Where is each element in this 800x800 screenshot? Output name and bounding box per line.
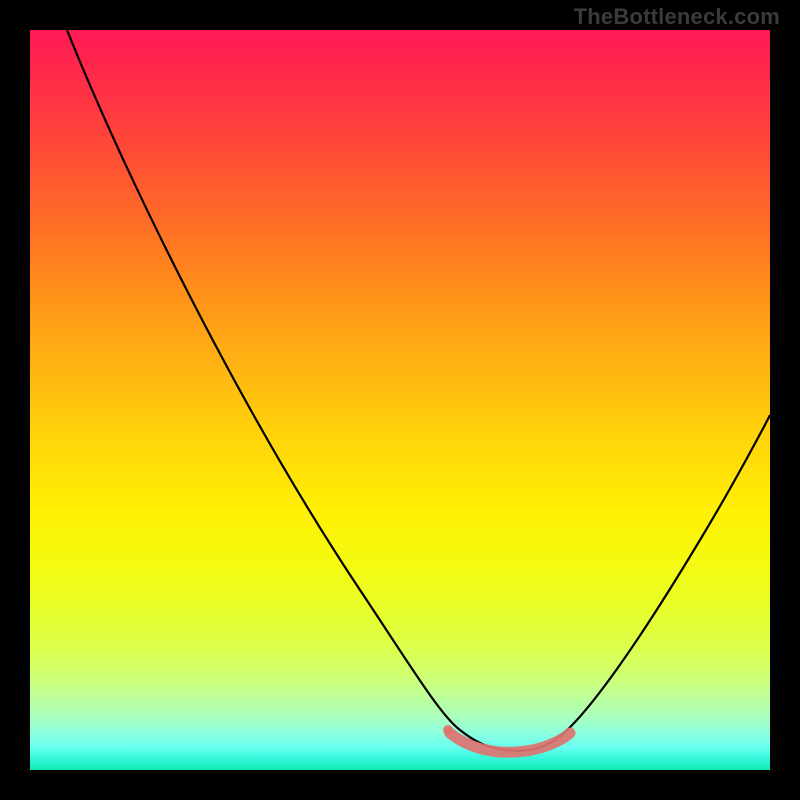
watermark-text: TheBottleneck.com [574,4,780,30]
curve-layer [30,30,770,770]
chart-frame: TheBottleneck.com [0,0,800,800]
bottleneck-curve [67,30,770,751]
plot-area [30,30,770,770]
optimal-start-dot-icon [443,725,453,735]
